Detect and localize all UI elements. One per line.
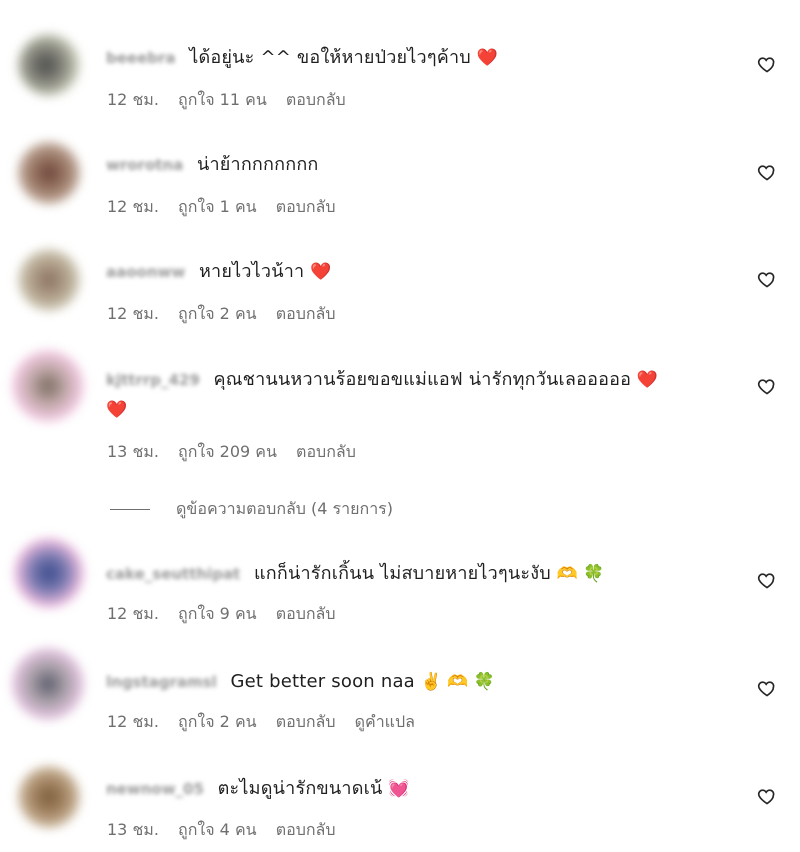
comment-meta: 12 ชม. ถูกใจ 1 คน ตอบกลับ — [107, 195, 350, 220]
like-button[interactable] — [752, 264, 782, 294]
timestamp: 12 ชม. — [107, 197, 159, 216]
comment-meta: 12 ชม. ถูกใจ 11 คน ตอบกลับ — [107, 88, 360, 113]
avatar[interactable] — [12, 648, 84, 720]
comment-meta: 12 ชม. ถูกใจ 2 คน ตอบกลับ ดูคำแปล — [107, 710, 429, 735]
username[interactable]: aaoonww — [106, 263, 185, 281]
avatar[interactable] — [12, 350, 84, 422]
comment-meta: 13 ชม. ถูกใจ 209 คน ตอบกลับ — [107, 440, 370, 465]
like-button[interactable] — [752, 781, 782, 811]
heart-emoji: ❤️ — [310, 262, 332, 282]
victory-emoji: ✌️ 🫶 🍀 — [420, 672, 495, 692]
heart-outline-icon — [757, 789, 775, 805]
avatar[interactable] — [14, 538, 84, 608]
avatar[interactable] — [18, 766, 80, 828]
heart-outline-icon — [757, 165, 775, 181]
likes-count[interactable]: ถูกใจ 209 คน — [178, 442, 277, 461]
heart-emoji: ❤️ — [106, 400, 128, 420]
reply-button[interactable]: ตอบกลับ — [276, 820, 336, 839]
comment-text: Get better soon naa — [230, 671, 415, 692]
username[interactable]: wrorotna — [106, 156, 183, 174]
reply-button[interactable]: ตอบกลับ — [286, 90, 346, 109]
avatar[interactable] — [18, 34, 80, 96]
likes-count[interactable]: ถูกใจ 1 คน — [178, 197, 257, 216]
username[interactable]: beeebra — [106, 49, 176, 67]
timestamp: 13 ชม. — [107, 820, 159, 839]
avatar[interactable] — [18, 142, 80, 204]
comment-meta: 13 ชม. ถูกใจ 4 คน ตอบกลับ — [107, 818, 350, 843]
like-button[interactable] — [752, 157, 782, 187]
username[interactable]: newnow_05 — [106, 780, 204, 798]
timestamp: 12 ชม. — [107, 604, 159, 623]
divider — [110, 509, 150, 510]
comment-text: น่าย้ากกกกกกก — [196, 154, 319, 175]
heart-emoji: ❤️ — [636, 370, 659, 390]
reply-button[interactable]: ตอบกลับ — [276, 712, 336, 731]
reply-button[interactable]: ตอบกลับ — [276, 604, 336, 623]
username[interactable]: cake_seutthipat — [106, 565, 240, 583]
username[interactable]: lngstagramsl — [106, 673, 217, 691]
username[interactable]: kjttrrp_429 — [106, 371, 200, 389]
reply-button[interactable]: ตอบกลับ — [276, 304, 336, 323]
like-button[interactable] — [752, 673, 782, 703]
heart-outline-icon — [757, 681, 775, 697]
translate-button[interactable]: ดูคำแปล — [355, 712, 415, 731]
comment-text: หายไวไวน้าา — [198, 261, 305, 282]
sparkling-heart-emoji: 💓 — [388, 779, 410, 799]
heart-outline-icon — [757, 272, 775, 288]
likes-count[interactable]: ถูกใจ 2 คน — [178, 304, 257, 323]
likes-count[interactable]: ถูกใจ 4 คน — [178, 820, 257, 839]
comment-meta: 12 ชม. ถูกใจ 9 คน ตอบกลับ — [107, 602, 350, 627]
timestamp: 12 ชม. — [107, 90, 159, 109]
like-button[interactable] — [752, 371, 782, 401]
heart-emoji: ❤️ — [476, 48, 498, 68]
heart-outline-icon — [757, 379, 775, 395]
heart-hands-emoji: 🫶 🍀 — [556, 564, 605, 584]
heart-outline-icon — [757, 573, 775, 589]
heart-outline-icon — [757, 57, 775, 73]
like-button[interactable] — [752, 565, 782, 595]
view-replies-label: ดูข้อความตอบกลับ (4 รายการ) — [176, 499, 394, 518]
comment-meta: 12 ชม. ถูกใจ 2 คน ตอบกลับ — [107, 302, 350, 327]
reply-button[interactable]: ตอบกลับ — [276, 197, 336, 216]
timestamp: 12 ชม. — [107, 712, 159, 731]
like-button[interactable] — [752, 49, 782, 79]
likes-count[interactable]: ถูกใจ 9 คน — [178, 604, 257, 623]
likes-count[interactable]: ถูกใจ 11 คน — [178, 90, 267, 109]
reply-button[interactable]: ตอบกลับ — [296, 442, 356, 461]
timestamp: 12 ชม. — [107, 304, 159, 323]
comment-text: ตะไมดูน่ารักขนาดเน้ — [217, 778, 383, 799]
comment-text: ได้อยู่นะ ^^ ขอให้หายป่วยไวๆค้าบ — [189, 47, 471, 68]
likes-count[interactable]: ถูกใจ 2 คน — [178, 712, 257, 731]
comment-text: แกก็น่ารักเกิ้นน ไม่สบายหายไวๆนะงับ — [253, 563, 551, 584]
timestamp: 13 ชม. — [107, 442, 159, 461]
avatar[interactable] — [18, 249, 80, 311]
view-replies-button[interactable]: ดูข้อความตอบกลับ (4 รายการ) — [110, 497, 393, 522]
comment-text: คุณชานนหวานร้อยขอขแม่แอฟ น่ารักทุกวันเลอ… — [213, 369, 632, 390]
